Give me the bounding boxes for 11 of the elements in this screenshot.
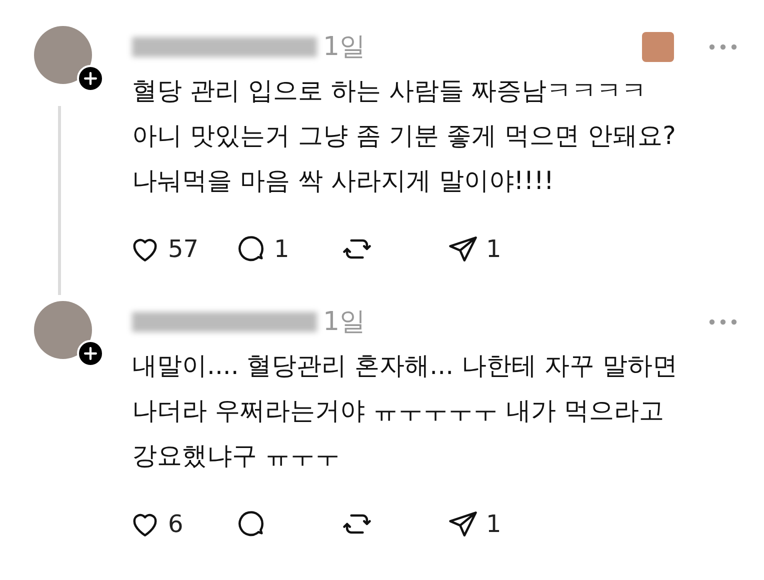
post-time: 1일: [323, 30, 366, 64]
action-count: 1: [274, 234, 290, 265]
action-count: 57: [168, 234, 199, 265]
post-text: 내말이.... 혈당관리 혼자해... 나한테 자꾸 말하면 나더라 우쩌라는거야 ㅠㅜㅜㅜㅜ 내가 먹으라고 강요했냐구 ㅠㅜㅜ: [132, 350, 678, 472]
more-options-icon[interactable]: [708, 318, 738, 326]
action-count: 6: [168, 509, 184, 540]
action-count: 1: [486, 509, 502, 540]
action-count: 1: [486, 234, 502, 265]
more-options-icon[interactable]: [708, 43, 738, 51]
post-time: 1일: [323, 306, 366, 338]
post-text: 혈당 관리 입으로 하는 사람들 짜증남ㅋㅋㅋㅋ 아니 맛있는거 그냥 좀 기분 좋게 먹으면 안돼요? 나눠먹을 마음 싹 사라지게 말이야!!!!: [132, 75, 677, 197]
